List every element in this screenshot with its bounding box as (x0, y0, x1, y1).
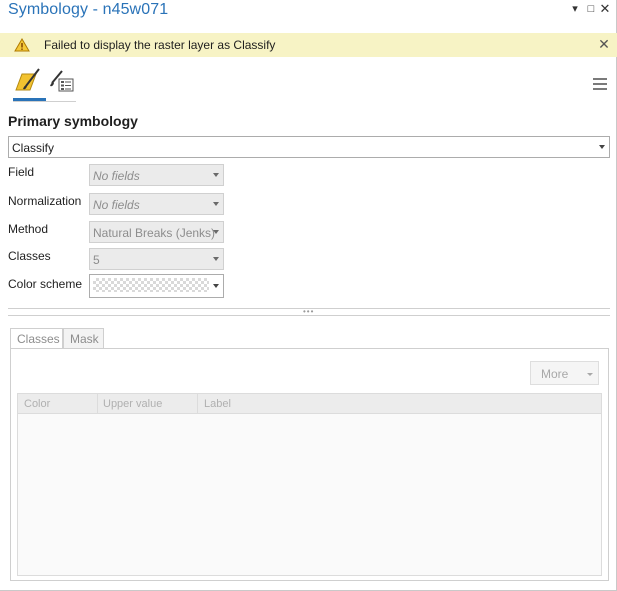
classes-value: 5 (93, 253, 100, 267)
primary-symbology-brush-icon (15, 68, 40, 91)
color-scheme-label: Color scheme (8, 277, 83, 291)
options-menu-icon[interactable] (593, 78, 607, 90)
chevron-down-icon (213, 202, 219, 206)
column-header-label[interactable]: Label (204, 398, 231, 410)
field-dropdown[interactable]: No fields (89, 164, 224, 186)
chevron-down-icon (599, 145, 605, 149)
field-label: Field (8, 165, 35, 179)
column-header-upper-value[interactable]: Upper value (103, 398, 162, 410)
tab-classes[interactable]: Classes (10, 328, 63, 349)
tab-mask[interactable]: Mask (63, 328, 104, 349)
normalization-value: No fields (93, 198, 140, 212)
column-header-color[interactable]: Color (24, 398, 50, 410)
classes-table: Color Upper value Label (17, 393, 602, 576)
vary-symbology-icon (50, 70, 74, 92)
normalization-dropdown[interactable]: No fields (89, 193, 224, 215)
title-bar: Symbology - n45w071 ▾ □ ✕ (0, 0, 617, 26)
primary-symbology-dropdown[interactable]: Classify (8, 136, 610, 158)
chevron-down-icon (587, 373, 593, 376)
chevron-down-icon (213, 230, 219, 234)
classes-label: Classes (8, 249, 51, 263)
color-scheme-dropdown[interactable] (89, 274, 224, 298)
method-dropdown[interactable]: Natural Breaks (Jenks) (89, 221, 224, 243)
warning-icon (14, 38, 30, 52)
color-scheme-swatch (93, 278, 209, 292)
warning-message: Failed to display the raster layer as Cl… (44, 38, 276, 52)
tab-primary-symbology[interactable] (12, 66, 42, 100)
pane-title: Symbology - n45w071 (8, 1, 169, 18)
method-label: Method (8, 222, 49, 236)
primary-symbology-heading: Primary symbology (8, 113, 138, 129)
symbology-pane: Symbology - n45w071 ▾ □ ✕ Failed to disp… (0, 0, 617, 591)
tab-vary-symbology[interactable] (48, 66, 78, 100)
maximize-icon[interactable]: □ (585, 2, 597, 16)
splitter-grip-icon: ••• (303, 307, 315, 316)
pane-menu-icon[interactable]: ▾ (569, 2, 581, 16)
chevron-down-icon (213, 257, 219, 261)
tab-divider (13, 101, 76, 102)
symbology-tabs (10, 66, 80, 104)
chevron-down-icon (213, 284, 219, 288)
more-button-label: More (541, 367, 569, 381)
field-value: No fields (93, 169, 140, 183)
panel-splitter[interactable]: ••• (8, 308, 610, 316)
chevron-down-icon (213, 173, 219, 177)
classes-dropdown[interactable]: 5 (89, 248, 224, 270)
normalization-label: Normalization (8, 194, 82, 208)
method-value: Natural Breaks (Jenks) (93, 226, 216, 240)
dismiss-banner-icon[interactable]: ✕ (597, 36, 611, 52)
warning-banner: Failed to display the raster layer as Cl… (0, 33, 617, 57)
classes-panel: More Color Upper value Label (10, 348, 609, 581)
close-pane-icon[interactable]: ✕ (599, 2, 611, 16)
more-button[interactable]: More (530, 361, 599, 385)
primary-symbology-value: Classify (12, 141, 55, 155)
table-header: Color Upper value Label (18, 394, 601, 414)
